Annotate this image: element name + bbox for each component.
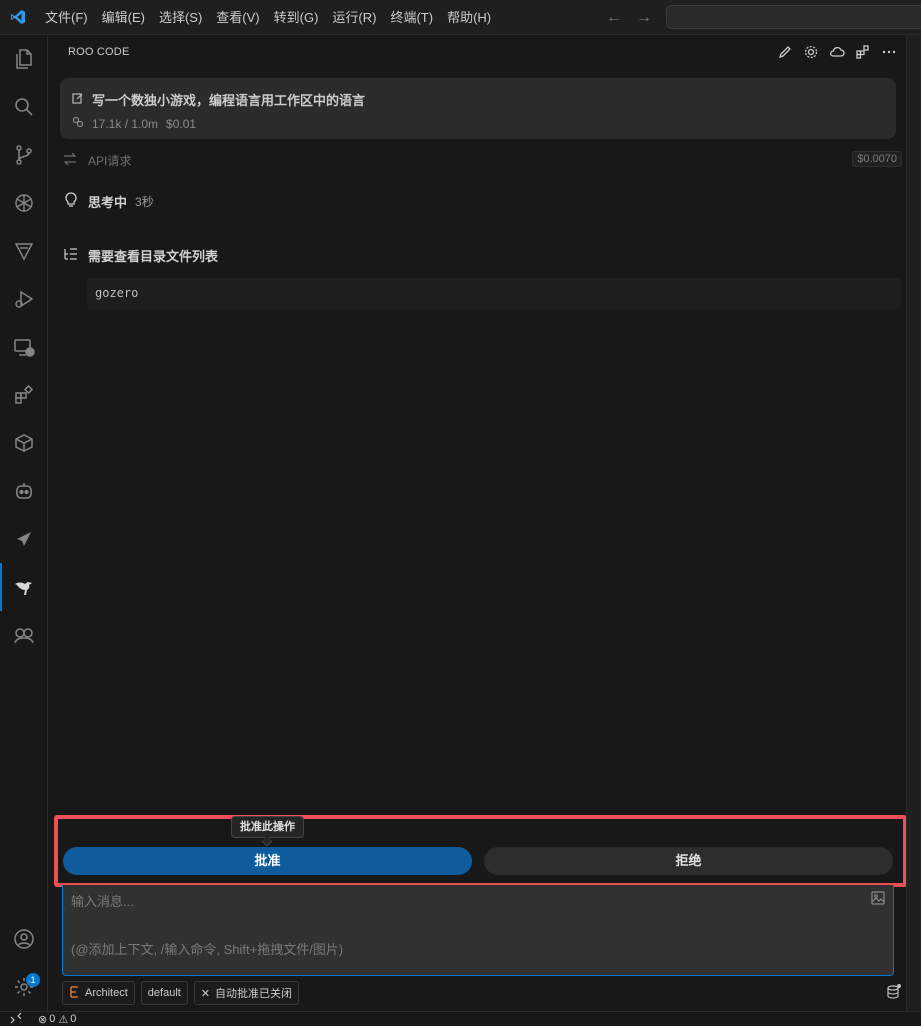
- send-plane-icon[interactable]: [0, 515, 48, 563]
- approve-button[interactable]: 批准: [63, 847, 472, 875]
- cloud-icon[interactable]: [828, 43, 846, 61]
- command-center-search[interactable]: [666, 5, 921, 29]
- list-tree-icon: [64, 248, 78, 263]
- tool-request-label: 需要查看目录文件列表: [88, 249, 219, 264]
- thinking-row[interactable]: 思考中 3秒: [64, 192, 154, 211]
- secondary-sidebar-edge: [906, 35, 921, 1011]
- api-request-row[interactable]: API请求 $0.0070: [62, 151, 902, 169]
- api-request-label: API请求: [88, 153, 132, 168]
- profile-label: default: [147, 987, 181, 999]
- task-cost: $0.01: [166, 116, 197, 131]
- agents-group-icon[interactable]: [0, 611, 48, 659]
- chat-input-hint: (@添加上下文, /输入命令, Shift+拖拽文件/图片): [71, 942, 344, 957]
- warnings-icon[interactable]: ⚠: [58, 1013, 68, 1026]
- chat-input[interactable]: 输入消息... (@添加上下文, /输入命令, Shift+拖拽文件/图片): [62, 885, 894, 976]
- accounts-icon[interactable]: [0, 915, 48, 963]
- mode-toolbar: Architect default ✕ 自动批准已关闭: [62, 981, 902, 1005]
- auto-approve-label: 自动批准已关闭: [215, 988, 293, 1000]
- roo-code-panel: ROO CODE 写一个数独小游戏，编程语言用工作区中的语言 17.1k / 1…: [48, 35, 907, 1011]
- directory-path-block: gozero: [87, 278, 901, 309]
- roo-kangaroo-icon[interactable]: [0, 563, 48, 611]
- settings-gear-icon[interactable]: [802, 43, 820, 61]
- chat-input-placeholder: 输入消息...: [71, 894, 134, 909]
- menu-selection[interactable]: 选择(S): [152, 0, 209, 35]
- mode-label: Architect: [85, 987, 128, 999]
- task-header-card[interactable]: 写一个数独小游戏，编程语言用工作区中的语言 17.1k / 1.0m $0.01: [60, 78, 896, 139]
- panel-toolbar: [776, 43, 898, 61]
- navigation-arrows: ← →: [606, 0, 652, 35]
- lightbulb-icon: [64, 192, 78, 211]
- menu-edit[interactable]: 编辑(E): [95, 0, 152, 35]
- ai-extension-icon[interactable]: [0, 227, 48, 275]
- tool-request-row: 需要查看目录文件列表: [64, 246, 218, 265]
- search-icon[interactable]: [0, 83, 48, 131]
- architect-mode-icon: [69, 985, 80, 1001]
- api-request-cost: $0.0070: [852, 151, 902, 167]
- menu-file[interactable]: 文件(F): [38, 0, 95, 35]
- copilot-robot-icon[interactable]: [0, 467, 48, 515]
- menu-bar: 文件(F) 编辑(E) 选择(S) 查看(V) 转到(G) 运行(R) 终端(T…: [36, 0, 498, 35]
- source-control-icon[interactable]: [0, 131, 48, 179]
- edit-task-icon[interactable]: [72, 92, 84, 107]
- extensions-icon[interactable]: [0, 371, 48, 419]
- marketplace-icon[interactable]: [854, 43, 872, 61]
- thinking-label: 思考中: [88, 195, 128, 210]
- error-count: 0: [49, 1013, 56, 1025]
- explorer-files-icon[interactable]: [0, 35, 48, 83]
- api-profile-selector[interactable]: default: [140, 981, 188, 1005]
- settings-gear-icon[interactable]: [0, 963, 48, 1011]
- auto-approve-toggle[interactable]: ✕ 自动批准已关闭: [193, 981, 300, 1005]
- remote-explorer-icon[interactable]: [0, 323, 48, 371]
- token-usage: 17.1k / 1.0m: [92, 116, 159, 131]
- more-ellipsis-icon[interactable]: [880, 43, 898, 61]
- menu-go[interactable]: 转到(G): [267, 0, 326, 35]
- task-title: 写一个数独小游戏，编程语言用工作区中的语言: [92, 93, 366, 108]
- vscode-logo-icon: [0, 0, 36, 35]
- reject-button[interactable]: 拒绝: [484, 847, 893, 875]
- new-task-pencil-icon[interactable]: [776, 43, 794, 61]
- context-tokens-icon: [72, 116, 84, 131]
- back-arrow-icon[interactable]: ←: [606, 9, 622, 27]
- api-request-arrows-icon: [62, 152, 78, 169]
- directory-path: gozero: [95, 286, 139, 300]
- menu-terminal[interactable]: 终端(T): [383, 0, 440, 35]
- openai-chatgpt-icon[interactable]: [0, 179, 48, 227]
- activity-bar: 1: [0, 35, 48, 1011]
- menu-view[interactable]: 查看(V): [209, 0, 266, 35]
- status-bar: ⊗ 0 ⚠ 0: [0, 1011, 921, 1026]
- remote-connection-icon[interactable]: [10, 1012, 22, 1026]
- task-meta: 17.1k / 1.0m $0.01: [72, 116, 196, 131]
- add-image-icon[interactable]: [871, 891, 885, 908]
- approve-tooltip: 批准此操作: [231, 816, 304, 838]
- thinking-duration: 3秒: [135, 195, 154, 209]
- close-x-icon: ✕: [200, 987, 211, 1000]
- mode-selector[interactable]: Architect: [62, 981, 135, 1005]
- errors-icon[interactable]: ⊗: [38, 1013, 47, 1026]
- database-index-icon[interactable]: [886, 983, 902, 1003]
- forward-arrow-icon[interactable]: →: [636, 9, 652, 27]
- run-debug-icon[interactable]: [0, 275, 48, 323]
- warning-count: 0: [70, 1013, 77, 1025]
- panel-title: ROO CODE: [68, 46, 130, 58]
- containers-icon[interactable]: [0, 419, 48, 467]
- menu-help[interactable]: 帮助(H): [440, 0, 498, 35]
- menu-run[interactable]: 运行(R): [325, 0, 383, 35]
- title-bar: 文件(F) 编辑(E) 选择(S) 查看(V) 转到(G) 运行(R) 终端(T…: [0, 0, 921, 35]
